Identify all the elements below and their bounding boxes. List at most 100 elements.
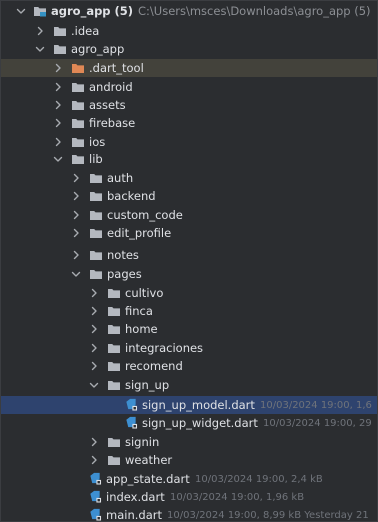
folder-icon: [108, 344, 120, 353]
tree-folder-pages[interactable]: pages: [0, 265, 378, 283]
tree-item-label: firebase: [89, 116, 136, 130]
chevron-down-icon[interactable]: [52, 153, 64, 165]
folder-icon: [108, 362, 120, 371]
tree-item-label: android: [89, 80, 133, 94]
dart-file-icon: [90, 472, 102, 485]
tree-folder-recomend[interactable]: recomend: [0, 357, 378, 375]
tree-item-label: assets: [89, 98, 126, 112]
chevron-right-icon[interactable]: [52, 117, 64, 129]
tree-folder-weather[interactable]: weather: [0, 451, 378, 469]
tree-folder-agro-app[interactable]: agro_app: [0, 40, 378, 58]
tree-item-label: main.dart: [106, 508, 162, 522]
tree-item-label: backend: [107, 189, 156, 203]
tree-folder-sign-up[interactable]: sign_up: [0, 376, 378, 394]
chevron-down-icon[interactable]: [88, 379, 100, 391]
project-tree[interactable]: agro_app (5) C:\Users\msces\Downloads\agr…: [0, 0, 378, 522]
project-path: C:\Users\msces\Downloads\agro_app (5): [138, 4, 371, 18]
chevron-right-icon[interactable]: [88, 454, 100, 466]
chevron-right-icon[interactable]: [70, 190, 82, 202]
tree-folder-home[interactable]: home: [0, 320, 378, 338]
tree-folder-android[interactable]: android: [0, 78, 378, 96]
chevron-right-icon[interactable]: [52, 136, 64, 148]
tree-folder-backend[interactable]: backend: [0, 187, 378, 205]
folder-icon: [108, 325, 120, 334]
tree-item-label: app_state.dart: [106, 472, 190, 486]
tree-folder-signin[interactable]: signin: [0, 433, 378, 451]
tree-folder-notes[interactable]: notes: [0, 246, 378, 264]
folder-icon: [90, 251, 102, 260]
tree-item-label: finca: [125, 304, 153, 318]
tree-folder-auth[interactable]: auth: [0, 169, 378, 187]
dart-file-icon: [126, 398, 138, 411]
tree-item-label: auth: [107, 171, 134, 185]
folder-icon: [72, 138, 84, 147]
chevron-right-icon[interactable]: [70, 249, 82, 261]
folder-icon: [90, 270, 102, 279]
file-meta: 10/03/2024 19:00, 8,99 kB Yesterday 21: [167, 510, 369, 521]
folder-icon: [108, 438, 120, 447]
tree-folder-finca[interactable]: finca: [0, 302, 378, 320]
chevron-right-icon[interactable]: [88, 323, 100, 335]
tree-file-index-dart[interactable]: index.dart 10/03/2024 19:00, 1,96 kB: [0, 488, 378, 506]
tree-folder-dart-tool[interactable]: .dart_tool: [0, 59, 378, 77]
tree-folder-edit-profile[interactable]: edit_profile: [0, 224, 378, 242]
tree-item-label: index.dart: [106, 490, 165, 504]
chevron-right-icon[interactable]: [70, 227, 82, 239]
chevron-right-icon[interactable]: [34, 25, 46, 37]
tree-file-app-state-dart[interactable]: app_state.dart 10/03/2024 19:00, 2,4 kB: [0, 470, 378, 488]
chevron-down-icon[interactable]: [15, 5, 27, 17]
folder-icon: [90, 229, 102, 238]
tree-item-label: edit_profile: [107, 226, 172, 240]
folder-icon: [54, 45, 66, 54]
tree-item-label: sign_up: [125, 378, 170, 392]
chevron-right-icon[interactable]: [88, 342, 100, 354]
chevron-right-icon[interactable]: [88, 436, 100, 448]
tree-item-label: ios: [89, 135, 106, 149]
tree-folder-lib[interactable]: lib: [0, 150, 378, 168]
tree-file-main-dart[interactable]: main.dart 10/03/2024 19:00, 8,99 kB Yeste…: [0, 506, 378, 522]
folder-icon: [90, 192, 102, 201]
folder-icon: [108, 289, 120, 298]
tree-item-label: pages: [107, 267, 142, 281]
tree-item-label: weather: [125, 453, 173, 467]
tree-folder-assets[interactable]: assets: [0, 96, 378, 114]
project-folder-icon: [34, 7, 46, 17]
file-meta: 10/03/2024 19:00, 1,6: [260, 400, 372, 411]
folder-excluded-icon: [72, 64, 84, 73]
chevron-right-icon[interactable]: [70, 172, 82, 184]
tree-item-label: lib: [89, 152, 103, 166]
tree-folder-agro-app-5[interactable]: agro_app (5) C:\Users\msces\Downloads\agr…: [0, 2, 378, 20]
chevron-right-icon[interactable]: [52, 81, 64, 93]
tree-item-label: integraciones: [125, 341, 204, 355]
dart-file-icon: [90, 508, 102, 521]
chevron-right-icon[interactable]: [70, 209, 82, 221]
tree-item-label: home: [125, 322, 158, 336]
chevron-down-icon[interactable]: [70, 268, 82, 280]
chevron-right-icon[interactable]: [88, 360, 100, 372]
tree-item-label: sign_up_model.dart: [142, 398, 255, 412]
tree-folder-cultivo[interactable]: cultivo: [0, 284, 378, 302]
tree-item-label: recomend: [125, 359, 183, 373]
chevron-right-icon[interactable]: [88, 287, 100, 299]
chevron-down-icon[interactable]: [34, 43, 46, 55]
tree-folder-idea[interactable]: .idea: [0, 22, 378, 40]
chevron-right-icon[interactable]: [52, 99, 64, 111]
tree-folder-firebase[interactable]: firebase: [0, 114, 378, 132]
tree-item-label: signin: [125, 435, 160, 449]
tree-folder-integraciones[interactable]: integraciones: [0, 339, 378, 357]
tree-file-sign-up-model-dart[interactable]: sign_up_model.dart 10/03/2024 19:00, 1,6: [0, 396, 378, 414]
tree-item-label: agro_app (5): [51, 4, 134, 18]
tree-folder-custom-code[interactable]: custom_code: [0, 206, 378, 224]
chevron-right-icon[interactable]: [52, 62, 64, 74]
folder-icon: [90, 211, 102, 220]
folder-icon: [90, 174, 102, 183]
file-meta: 10/03/2024 19:00, 2,4 kB: [195, 474, 323, 485]
dart-file-icon: [126, 416, 138, 429]
tree-item-label: cultivo: [125, 286, 164, 300]
tree-file-sign-up-widget-dart[interactable]: sign_up_widget.dart 10/03/2024 19:00, 29: [0, 414, 378, 432]
folder-icon: [108, 307, 120, 316]
chevron-right-icon[interactable]: [88, 305, 100, 317]
tree-folder-ios[interactable]: ios: [0, 133, 378, 151]
folder-icon: [72, 155, 84, 164]
folder-icon: [108, 456, 120, 465]
